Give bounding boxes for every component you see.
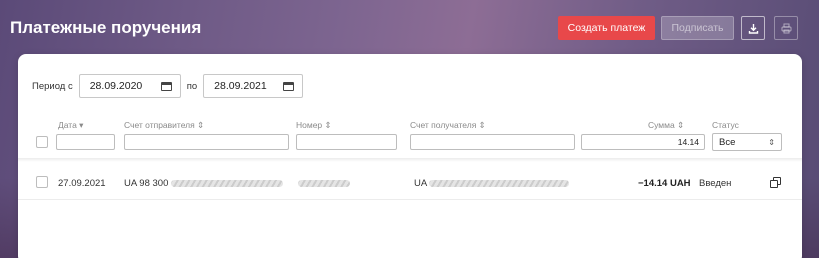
row-status: Введен xyxy=(699,178,732,189)
row-date: 27.09.2021 xyxy=(58,178,106,189)
to-label: по xyxy=(186,80,198,92)
sender-account-filter-input[interactable] xyxy=(124,134,289,150)
column-header-number[interactable]: Номер ⇕ xyxy=(296,120,332,131)
row-divider xyxy=(18,199,802,200)
download-icon xyxy=(748,23,758,34)
row-number xyxy=(298,178,350,189)
calendar-icon[interactable] xyxy=(160,81,172,91)
page-title: Платежные поручения xyxy=(10,18,202,37)
column-header-amount[interactable]: Сумма ⇕ xyxy=(648,120,684,131)
recipient-account-filter-input[interactable] xyxy=(410,134,575,150)
redacted-text xyxy=(429,179,570,187)
row-amount: −14.14 UAH xyxy=(638,178,691,189)
number-filter-input[interactable] xyxy=(296,134,397,150)
select-arrows-icon: ⇕ xyxy=(768,137,775,147)
row-checkbox[interactable] xyxy=(36,176,48,188)
column-header-date[interactable]: Дата ▾ xyxy=(58,120,83,131)
date-filter-input[interactable] xyxy=(56,134,115,150)
copy-icon[interactable] xyxy=(770,177,781,188)
amount-filter-input[interactable]: 14.14 xyxy=(581,134,705,150)
payments-card: Период с 28.09.2020 по 28.09.2021 Дата ▾… xyxy=(18,54,802,258)
row-recipient-account: UA xyxy=(414,178,570,189)
column-header-recipient-account[interactable]: Счет получателя ⇕ xyxy=(410,120,486,131)
period-filter: Период с 28.09.2020 по 28.09.2021 xyxy=(32,74,304,98)
print-icon xyxy=(781,23,791,33)
calendar-icon[interactable] xyxy=(283,81,295,91)
redacted-text xyxy=(298,179,350,187)
period-label: Период с xyxy=(32,80,73,92)
date-from-value: 28.09.2020 xyxy=(89,80,143,92)
column-header-sender-account[interactable]: Счет отправителя ⇕ xyxy=(124,120,204,131)
row-sender-account: UA 98 300 xyxy=(124,178,284,189)
header-divider xyxy=(18,158,802,162)
sign-button[interactable]: Подписать xyxy=(661,16,734,40)
date-from-field[interactable]: 28.09.2020 xyxy=(78,74,181,98)
print-button[interactable] xyxy=(774,16,798,40)
column-header-status: Статус xyxy=(712,120,739,130)
date-to-value: 28.09.2021 xyxy=(214,80,267,92)
download-button[interactable] xyxy=(741,16,765,40)
redacted-text xyxy=(171,179,284,187)
date-to-field[interactable]: 28.09.2021 xyxy=(203,74,304,98)
create-payment-button[interactable]: Создать платеж xyxy=(558,16,655,40)
select-all-checkbox[interactable] xyxy=(36,136,48,148)
status-filter-value: Все xyxy=(719,136,736,148)
status-filter-select[interactable]: Все ⇕ xyxy=(712,133,782,151)
